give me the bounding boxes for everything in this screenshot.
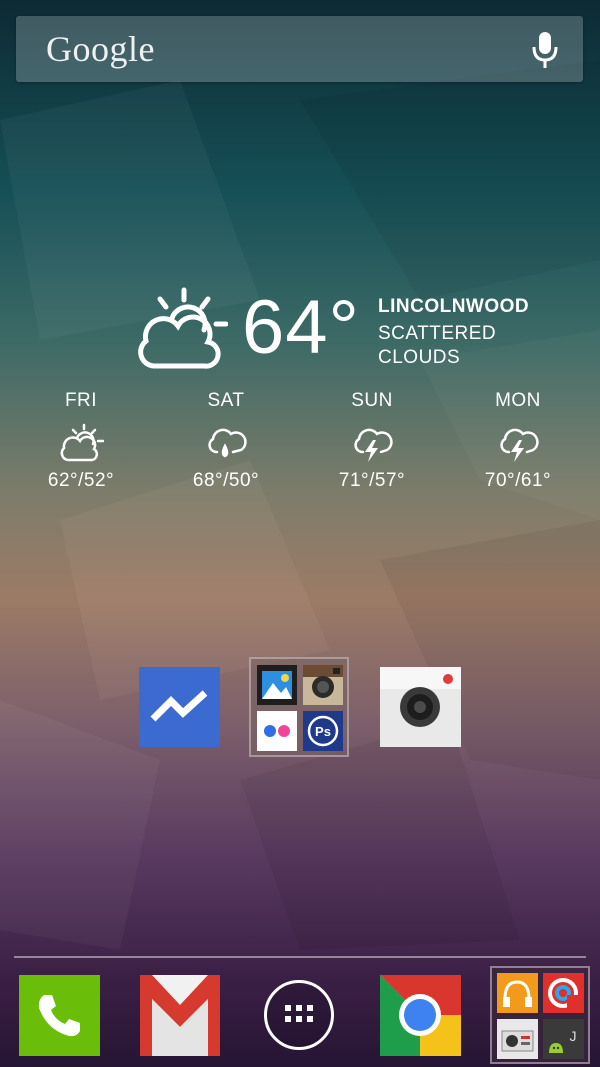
partly-cloudy-icon	[60, 423, 104, 462]
svg-text:J: J	[570, 1028, 577, 1044]
camera-icon[interactable]	[380, 667, 461, 747]
app-drawer-icon[interactable]	[264, 980, 334, 1050]
chrome-icon[interactable]	[380, 975, 461, 1056]
forecast-day: SAT 68°/50°	[171, 390, 281, 492]
forecast-day: FRI 62°/52°	[26, 390, 136, 492]
google-logo: Google	[46, 29, 155, 69]
android-icon: J	[543, 1019, 584, 1059]
wallpaper	[0, 60, 600, 950]
messenger-bolt-icon	[150, 690, 208, 722]
headphones-icon	[497, 973, 538, 1013]
gallery-icon	[257, 665, 297, 705]
app-folder[interactable]: Ps	[249, 657, 349, 757]
forecast-temp-range: 71°/57°	[338, 470, 406, 491]
dock-divider	[14, 956, 586, 958]
current-temperature: 64°	[242, 285, 360, 370]
photoshop-express-icon: Ps	[303, 711, 343, 751]
forecast-temp-range: 68°/50°	[192, 470, 260, 491]
forecast-temp-range: 62°/52°	[47, 470, 115, 491]
forecast-day: SUN 71°/57°	[317, 390, 427, 492]
microphone-icon[interactable]	[531, 31, 559, 69]
google-search-bar[interactable]: Google	[16, 16, 583, 82]
svg-text:Ps: Ps	[315, 724, 331, 739]
flickr-icon	[257, 711, 297, 751]
thunderstorm-icon	[354, 428, 393, 462]
app-folder[interactable]: J	[490, 966, 590, 1064]
forecast-temp-range: 70°/61°	[484, 470, 552, 491]
forecast-day: MON 70°/61°	[463, 390, 573, 492]
location-name: LINCOLNWOOD	[378, 296, 530, 317]
messenger-icon[interactable]	[139, 667, 220, 747]
thunderstorm-icon	[500, 428, 539, 462]
forecast-day-label: FRI	[64, 390, 98, 411]
phone-icon[interactable]	[19, 975, 100, 1056]
gmail-icon[interactable]	[140, 975, 220, 1056]
partly-cloudy-icon	[138, 287, 228, 369]
radio-icon	[497, 1019, 538, 1059]
music-icon	[543, 973, 584, 1013]
forecast-day-label: SAT	[207, 390, 245, 411]
forecast-day-label: MON	[495, 390, 541, 411]
rain-cloud-icon	[208, 428, 247, 458]
forecast-day-label: SUN	[351, 390, 393, 411]
weather-widget[interactable]: 64° LINCOLNWOOD SCATTERED CLOUDS	[132, 284, 532, 374]
instagram-icon	[303, 665, 343, 705]
weather-condition: SCATTERED CLOUDS	[378, 323, 497, 368]
